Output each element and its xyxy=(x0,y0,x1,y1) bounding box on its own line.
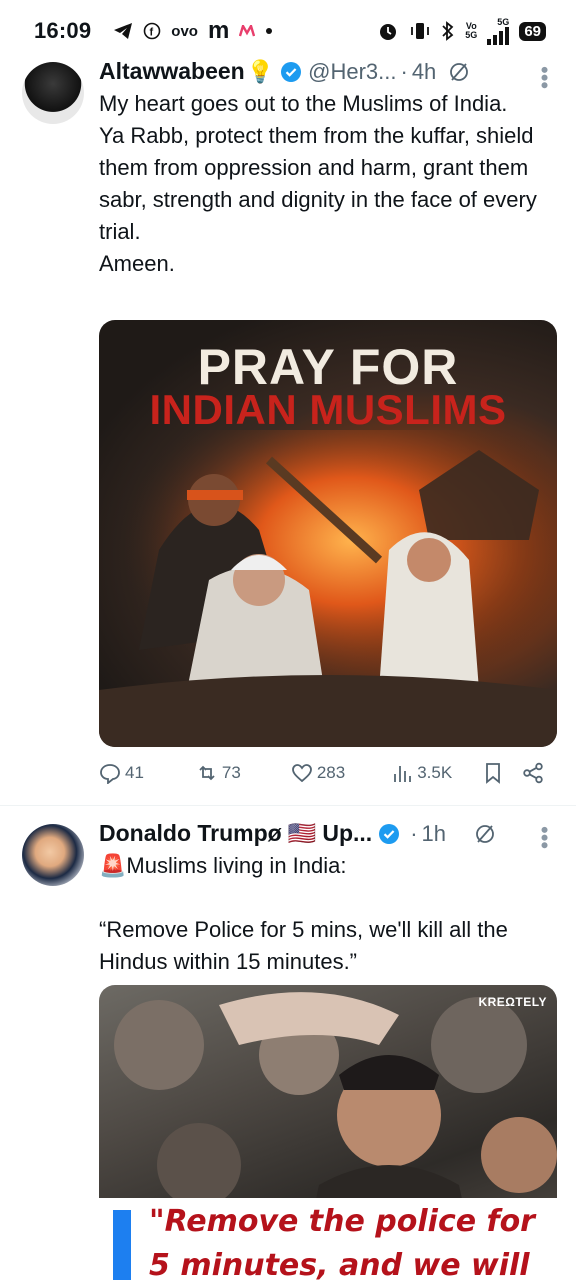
tweet-text: 🚨Muslims living in India: “Remove Police… xyxy=(99,853,508,974)
video-watermark: KREΩTELY xyxy=(478,995,547,1009)
tweet-time[interactable]: 1h xyxy=(422,821,446,847)
author-name[interactable]: Altawwabeen xyxy=(99,58,245,85)
more-options-icon[interactable]: ••• xyxy=(532,826,557,849)
share-icon[interactable] xyxy=(522,762,544,784)
heart-icon xyxy=(291,764,312,783)
siren-emoji: 🚨 xyxy=(99,853,127,878)
reply-button[interactable]: 41 xyxy=(99,762,144,784)
tweet-video[interactable]: KREΩTELY "Remove the police for 5 minute… xyxy=(99,985,557,1280)
verified-badge-icon xyxy=(281,61,302,82)
caption-accent-bar xyxy=(113,1210,131,1280)
poster-title-line2: INDIAN MUSLIMS xyxy=(149,386,507,433)
repost-icon xyxy=(199,765,215,781)
caption-line2: 5 minutes, and we will xyxy=(149,1248,530,1280)
author-handle[interactable]: @Her3... xyxy=(308,59,396,85)
lightbulb-emoji: 💡 xyxy=(246,58,275,84)
tweet-time[interactable]: 4h xyxy=(412,59,436,85)
video-caption: "Remove the police for 5 minutes, and we… xyxy=(99,1198,557,1280)
verified-badge-icon xyxy=(379,823,400,844)
tweet-1[interactable]: Altawwabeen 💡 @Her3... · 4h ••• My heart… xyxy=(0,0,576,805)
avatar[interactable] xyxy=(22,62,84,124)
bookmark-icon[interactable] xyxy=(482,762,504,784)
separator-dot: · xyxy=(410,820,418,846)
caption-line1: "Remove the police for xyxy=(149,1204,535,1239)
separator-dot: · xyxy=(400,58,408,84)
avatar[interactable] xyxy=(22,824,84,886)
repost-count: 73 xyxy=(221,763,241,782)
grok-icon[interactable] xyxy=(474,823,496,845)
reply-count: 41 xyxy=(125,763,144,782)
repost-button[interactable]: 73 xyxy=(196,762,241,784)
tweet-image[interactable]: PRAY FOR INDIAN MUSLIMS xyxy=(99,320,557,747)
like-count: 283 xyxy=(316,763,346,782)
views-button[interactable]: 3.5K xyxy=(391,762,452,784)
more-options-icon[interactable]: ••• xyxy=(532,66,557,89)
author-name-tail[interactable]: Up... xyxy=(322,820,372,847)
tweet-text: My heart goes out to the Muslims of Indi… xyxy=(99,91,537,276)
tweet-2[interactable]: Donaldo Trumpø 🇺🇸 Up... · 1h ••• 🚨Muslim… xyxy=(0,806,576,1280)
reply-icon xyxy=(100,764,120,784)
tweet-actions: 41 73 283 3.5K xyxy=(99,762,551,784)
author-name[interactable]: Donaldo Trumpø xyxy=(99,820,282,847)
grok-icon[interactable] xyxy=(448,61,470,83)
poster-illustration xyxy=(99,430,557,747)
views-icon xyxy=(394,766,412,782)
like-button[interactable]: 283 xyxy=(291,762,345,784)
view-count: 3.5K xyxy=(417,763,453,782)
us-flag-emoji: 🇺🇸 xyxy=(287,820,317,846)
